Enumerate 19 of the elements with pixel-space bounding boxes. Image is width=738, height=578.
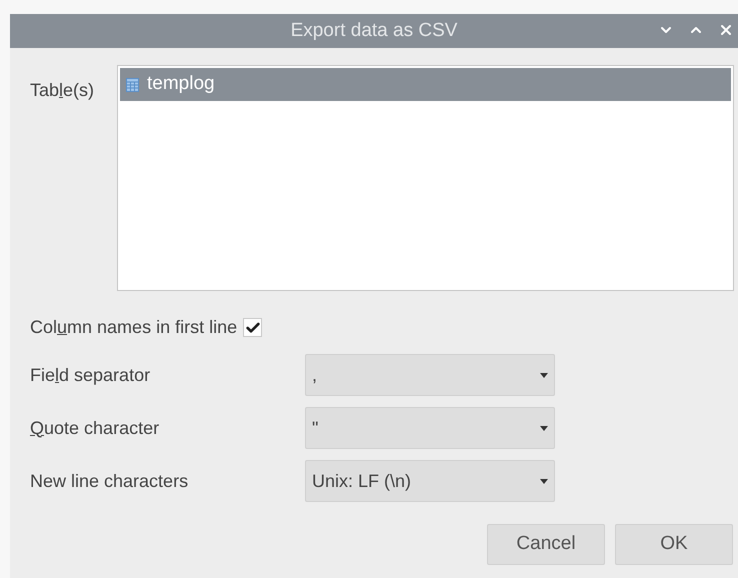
field-label: New line characters bbox=[30, 470, 188, 490]
table-icon bbox=[126, 78, 139, 92]
dropdown-field[interactable]: , bbox=[305, 354, 555, 396]
close-icon[interactable] bbox=[718, 22, 734, 38]
tables-label: Table(s) bbox=[30, 80, 94, 100]
dropdown-field[interactable]: " bbox=[305, 407, 555, 449]
column-names-label: Column names in first line bbox=[30, 316, 238, 339]
column-names-checkbox[interactable] bbox=[243, 318, 262, 337]
caret-icon bbox=[540, 426, 548, 430]
dropdown-field[interactable]: Unix: LF (\n) bbox=[305, 460, 555, 502]
table-item[interactable]: templog bbox=[120, 68, 731, 101]
cancel-button[interactable]: Cancel bbox=[487, 524, 605, 565]
ok-button[interactable]: OK bbox=[615, 524, 733, 565]
field-label: Quote character bbox=[30, 418, 160, 438]
caret-icon bbox=[540, 478, 548, 484]
caret-icon bbox=[540, 372, 548, 378]
tables-list[interactable]: templog bbox=[117, 65, 734, 291]
field-label: Field separator bbox=[30, 364, 150, 384]
window-title: Export data as CSV bbox=[290, 18, 458, 43]
